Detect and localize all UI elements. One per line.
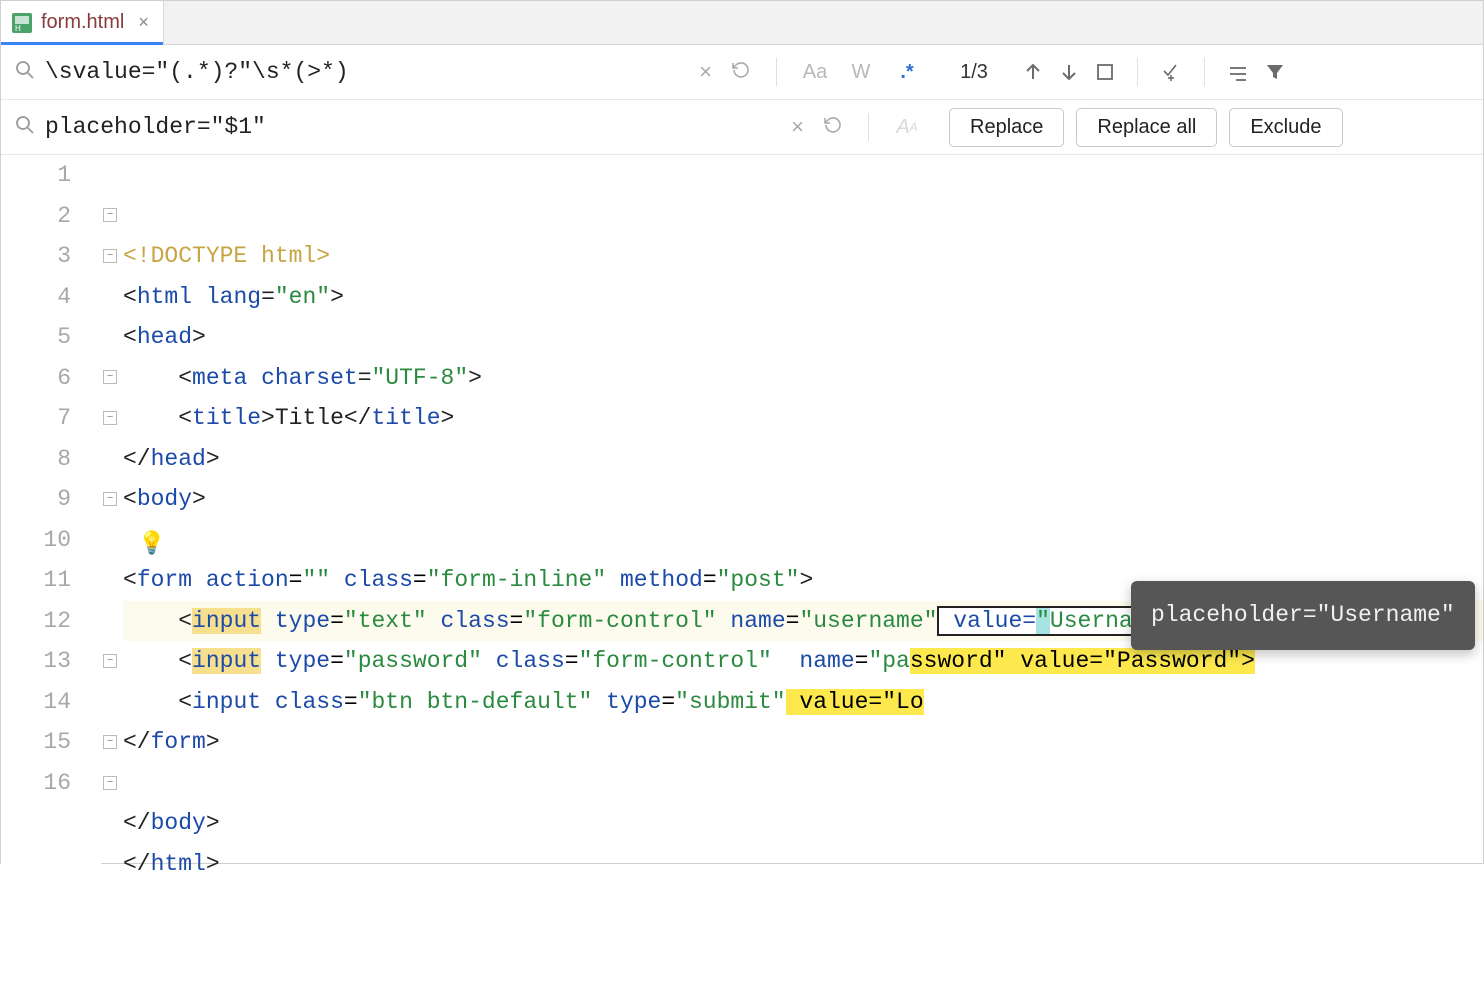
replace-bar: × AA Replace Replace all Exclude xyxy=(1,100,1483,155)
code-line: <body> xyxy=(123,479,1483,520)
prev-match-icon[interactable] xyxy=(1023,62,1043,82)
replace-input[interactable] xyxy=(45,114,791,140)
separator xyxy=(776,58,777,86)
line-number: 15 xyxy=(1,722,71,763)
html-file-icon: H xyxy=(11,12,33,34)
line-number: 10 xyxy=(1,520,71,561)
regex-toggle[interactable]: .* xyxy=(893,61,921,84)
line-number: 8 xyxy=(1,439,71,480)
new-search-icon[interactable] xyxy=(1160,61,1182,83)
code-line: <title>Title</title> xyxy=(123,398,1483,439)
code-line: </head> xyxy=(123,439,1483,480)
replacement-preview-tooltip: placeholder="Username" xyxy=(1131,581,1475,650)
code-line: <html lang="en"> xyxy=(123,277,1483,318)
svg-text:H: H xyxy=(15,24,21,33)
fold-toggle-icon[interactable]: − xyxy=(103,735,117,749)
search-history-icon[interactable] xyxy=(730,59,752,86)
line-number: 11 xyxy=(1,560,71,601)
settings-icon[interactable] xyxy=(1227,61,1249,83)
close-tab-icon[interactable]: × xyxy=(138,12,149,33)
line-number: 14 xyxy=(1,682,71,723)
search-bar: × Aa W .* 1/3 xyxy=(1,45,1483,100)
exclude-button[interactable]: Exclude xyxy=(1229,108,1342,147)
line-number: 16 xyxy=(1,763,71,804)
line-number: 3 xyxy=(1,236,71,277)
code-line xyxy=(123,763,1483,804)
replace-button[interactable]: Replace xyxy=(949,108,1064,147)
code-line: <meta charset="UTF-8"> xyxy=(123,358,1483,399)
clear-search-icon[interactable]: × xyxy=(699,59,712,85)
code-line: <!DOCTYPE html> xyxy=(123,236,1483,277)
fold-toggle-icon[interactable]: − xyxy=(103,208,117,222)
search-icon xyxy=(15,60,35,85)
search-input[interactable] xyxy=(45,59,699,85)
replace-history-icon[interactable] xyxy=(822,114,844,141)
line-number: 6 xyxy=(1,358,71,399)
next-match-icon[interactable] xyxy=(1059,62,1079,82)
line-number: 13 xyxy=(1,641,71,682)
fold-toggle-icon[interactable]: − xyxy=(103,776,117,790)
line-gutter: 1 2 3 4 5 6 7 8 9 10 11 12 13 14 15 16 xyxy=(1,155,101,1006)
separator xyxy=(1204,58,1205,86)
separator xyxy=(1137,58,1138,86)
code-line: <head> xyxy=(123,317,1483,358)
line-number: 5 xyxy=(1,317,71,358)
select-all-icon[interactable] xyxy=(1095,62,1115,82)
filter-icon[interactable] xyxy=(1265,62,1285,82)
fold-toggle-icon[interactable]: − xyxy=(103,249,117,263)
line-number: 4 xyxy=(1,277,71,318)
code-content[interactable]: 💡 <!DOCTYPE html><html lang="en"><head> … xyxy=(123,155,1483,1006)
fold-toggle-icon[interactable]: − xyxy=(103,654,117,668)
code-line xyxy=(123,520,1483,561)
separator xyxy=(868,113,869,141)
fold-column: − − − − − − − − xyxy=(101,155,123,1006)
tab-bar: H form.html × xyxy=(1,1,1483,45)
match-case-toggle[interactable]: Aa xyxy=(801,61,829,84)
preserve-case-toggle[interactable]: AA xyxy=(893,116,921,139)
fold-toggle-icon[interactable]: − xyxy=(103,411,117,425)
match-counter: 1/3 xyxy=(949,61,999,84)
line-number: 2 xyxy=(1,196,71,237)
fold-toggle-icon[interactable]: − xyxy=(103,492,117,506)
line-number: 12 xyxy=(1,601,71,642)
editor-tab[interactable]: H form.html × xyxy=(1,1,164,44)
intention-bulb-icon[interactable]: 💡 xyxy=(138,525,165,566)
line-number: 9 xyxy=(1,479,71,520)
code-line: </form> xyxy=(123,722,1483,763)
code-line: </body> xyxy=(123,803,1483,844)
code-line: <input class="btn btn-default" type="sub… xyxy=(123,682,1483,723)
line-number: 1 xyxy=(1,155,71,196)
code-editor[interactable]: 1 2 3 4 5 6 7 8 9 10 11 12 13 14 15 16 −… xyxy=(1,155,1483,1006)
tab-filename: form.html xyxy=(41,11,124,34)
replace-icon xyxy=(15,115,35,140)
line-number: 7 xyxy=(1,398,71,439)
clear-replace-icon[interactable]: × xyxy=(791,114,804,140)
replace-all-button[interactable]: Replace all xyxy=(1076,108,1217,147)
whole-words-toggle[interactable]: W xyxy=(847,61,875,84)
fold-toggle-icon[interactable]: − xyxy=(103,370,117,384)
